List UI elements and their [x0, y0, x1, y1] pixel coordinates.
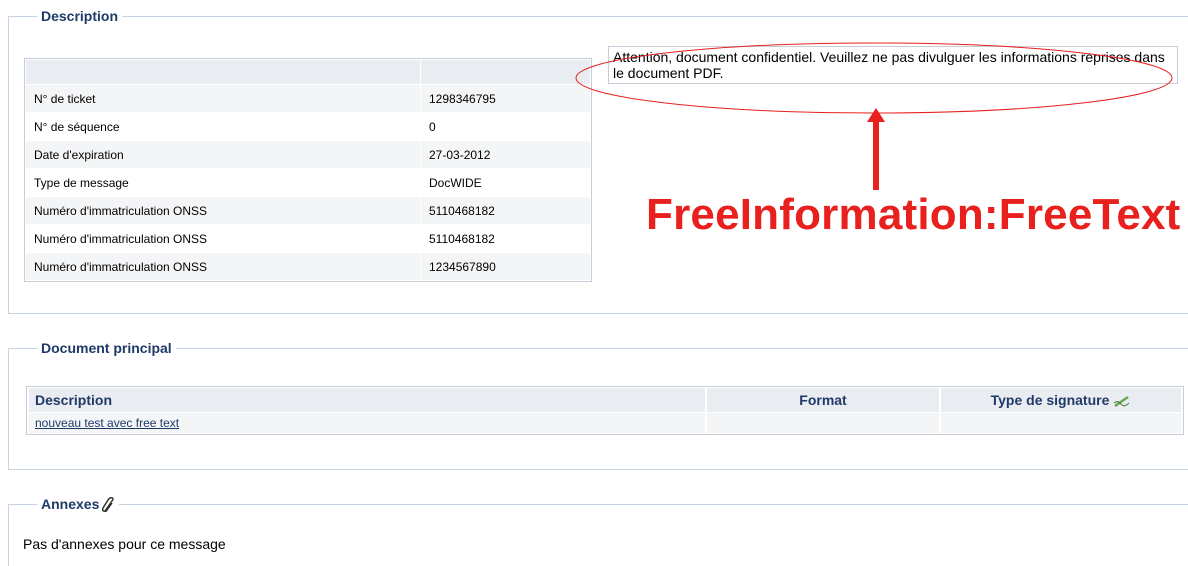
row-value: 0 [421, 113, 590, 140]
row-value: 1234567890 [421, 253, 590, 280]
document-link[interactable]: nouveau test avec free text [35, 416, 179, 430]
table-header-row [26, 60, 590, 84]
table-row: N° de ticket 1298346795 [26, 85, 590, 112]
table-row: Date d'expiration 27-03-2012 [26, 141, 590, 168]
table-header-row: Description Format Type de signature [29, 388, 1181, 412]
row-label: Numéro d'immatriculation ONSS [26, 253, 420, 280]
annotation-label: FreeInformation:FreeText [646, 190, 1181, 239]
header-cell [421, 60, 590, 84]
document-description-cell: nouveau test avec free text [29, 413, 705, 433]
row-value: DocWIDE [421, 169, 590, 196]
annotation-arrow-icon [867, 108, 885, 190]
row-label: Date d'expiration [26, 141, 420, 168]
row-value: 5110468182 [421, 197, 590, 224]
document-signature-cell [941, 413, 1181, 433]
documents-table: Description Format Type de signature nou… [26, 386, 1184, 435]
document-format-cell [707, 413, 939, 433]
signature-header-label: Type de signature [990, 391, 1110, 408]
paperclip-icon [102, 497, 115, 513]
table-row: nouveau test avec free text [29, 413, 1181, 433]
row-label: Numéro d'immatriculation ONSS [26, 197, 420, 224]
row-label: Numéro d'immatriculation ONSS [26, 225, 420, 252]
row-label: Type de message [26, 169, 420, 196]
signature-pen-icon [1114, 396, 1130, 408]
column-header-description: Description [29, 388, 705, 412]
table-row: Numéro d'immatriculation ONSS 5110468182 [26, 197, 590, 224]
row-label: N° de ticket [26, 85, 420, 112]
document-legend: Document principal [41, 340, 172, 356]
table-row: Numéro d'immatriculation ONSS 5110468182 [26, 225, 590, 252]
row-label: N° de séquence [26, 113, 420, 140]
annexes-legend: Annexes [37, 496, 119, 513]
ticket-info-table: N° de ticket 1298346795 N° de séquence 0 D… [24, 58, 592, 282]
table-row: Type de message DocWIDE [26, 169, 590, 196]
column-header-signature: Type de signature [941, 388, 1181, 412]
no-annexes-text: Pas d'annexes pour ce message [23, 536, 226, 552]
highlight-ellipse [575, 42, 1173, 114]
row-value: 27-03-2012 [421, 141, 590, 168]
column-header-format: Format [707, 388, 939, 412]
row-value: 1298346795 [421, 85, 590, 112]
annexes-section: Annexes [8, 496, 1188, 566]
annexes-legend-label: Annexes [41, 496, 100, 512]
table-row: Numéro d'immatriculation ONSS 1234567890 [26, 253, 590, 280]
table-row: N° de séquence 0 [26, 113, 590, 140]
header-cell [26, 60, 420, 84]
description-legend: Description [41, 8, 119, 24]
row-value: 5110468182 [421, 225, 590, 252]
